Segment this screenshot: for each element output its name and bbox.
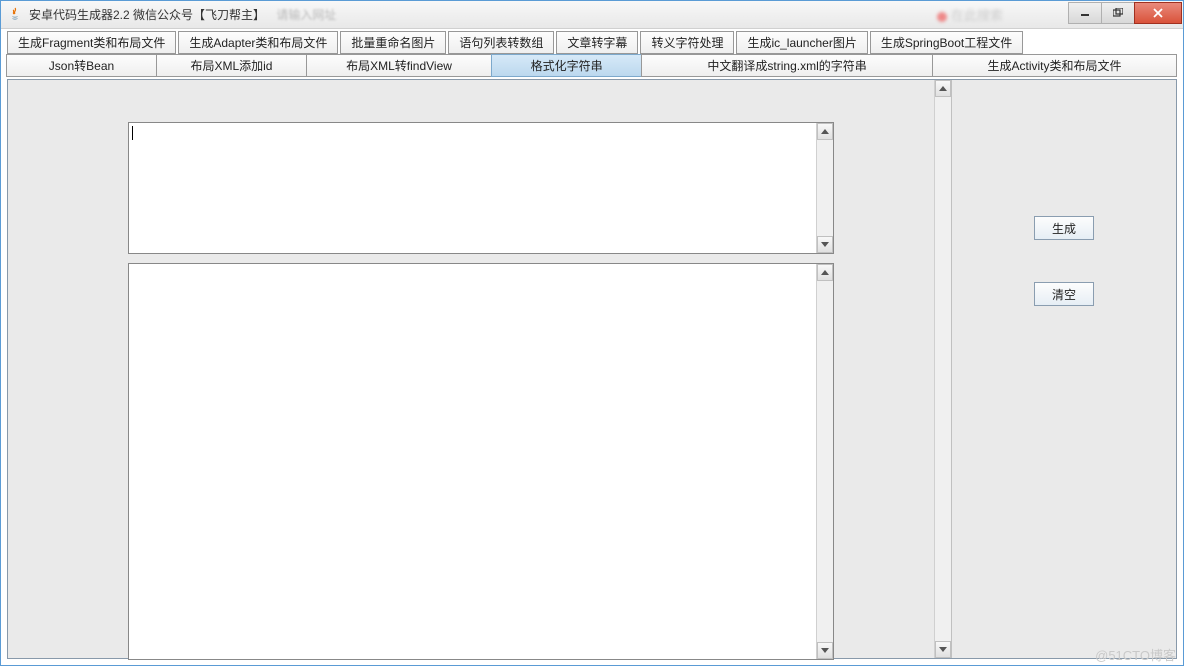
scroll-up-icon[interactable] [935, 80, 951, 97]
tab-adapter[interactable]: 生成Adapter类和布局文件 [178, 31, 338, 54]
content-area: 生成 清空 [7, 79, 1177, 659]
titlebar[interactable]: 安卓代码生成器2.2 微信公众号【飞刀帮主】 请输入网址 在此搜索 [1, 1, 1183, 29]
tab-ic-launcher[interactable]: 生成ic_launcher图片 [736, 31, 867, 54]
tab-xml-findview[interactable]: 布局XML转findView [306, 54, 492, 77]
scroll-down-icon[interactable] [817, 642, 833, 659]
text-cursor [132, 126, 133, 140]
output-textarea[interactable] [128, 263, 834, 660]
tab-article-subtitle[interactable]: 文章转字幕 [556, 31, 638, 54]
close-button[interactable] [1134, 2, 1182, 24]
tab-json-bean[interactable]: Json转Bean [6, 54, 157, 77]
scrollbar[interactable] [816, 123, 833, 253]
tab-list-to-array[interactable]: 语句列表转数组 [448, 31, 554, 54]
minimize-button[interactable] [1068, 2, 1102, 24]
app-window: 安卓代码生成器2.2 微信公众号【飞刀帮主】 请输入网址 在此搜索 生成Frag… [0, 0, 1184, 666]
tab-xml-add-id[interactable]: 布局XML添加id [156, 54, 307, 77]
tab-activity[interactable]: 生成Activity类和布局文件 [932, 54, 1177, 77]
main-scrollbar[interactable] [934, 80, 951, 658]
window-controls [1069, 2, 1182, 24]
scroll-down-icon[interactable] [935, 641, 951, 658]
generate-button[interactable]: 生成 [1034, 216, 1094, 240]
main-panel [8, 80, 952, 658]
scroll-up-icon[interactable] [817, 123, 833, 140]
clear-button[interactable]: 清空 [1034, 282, 1094, 306]
tab-springboot[interactable]: 生成SpringBoot工程文件 [870, 31, 1023, 54]
tab-chinese-translate[interactable]: 中文翻译成string.xml的字符串 [641, 54, 933, 77]
window-title: 安卓代码生成器2.2 微信公众号【飞刀帮主】 请输入网址 [29, 6, 1069, 23]
scroll-up-icon[interactable] [817, 264, 833, 281]
tab-format-string[interactable]: 格式化字符串 [491, 54, 642, 77]
tab-fragment[interactable]: 生成Fragment类和布局文件 [7, 31, 176, 54]
side-panel: 生成 清空 [952, 80, 1176, 658]
tab-rename-images[interactable]: 批量重命名图片 [340, 31, 446, 54]
blurred-text: 请输入网址 [276, 8, 336, 22]
input-textarea[interactable] [128, 122, 834, 254]
tabs-row-2: Json转Bean 布局XML添加id 布局XML转findView 格式化字符… [1, 54, 1183, 77]
maximize-button[interactable] [1101, 2, 1135, 24]
blurred-search: 在此搜索 [937, 5, 1003, 24]
java-icon [7, 7, 23, 23]
scrollbar[interactable] [816, 264, 833, 659]
tab-escape-chars[interactable]: 转义字符处理 [640, 31, 734, 54]
tabs-row-1: 生成Fragment类和布局文件 生成Adapter类和布局文件 批量重命名图片… [1, 29, 1183, 54]
scroll-down-icon[interactable] [817, 236, 833, 253]
